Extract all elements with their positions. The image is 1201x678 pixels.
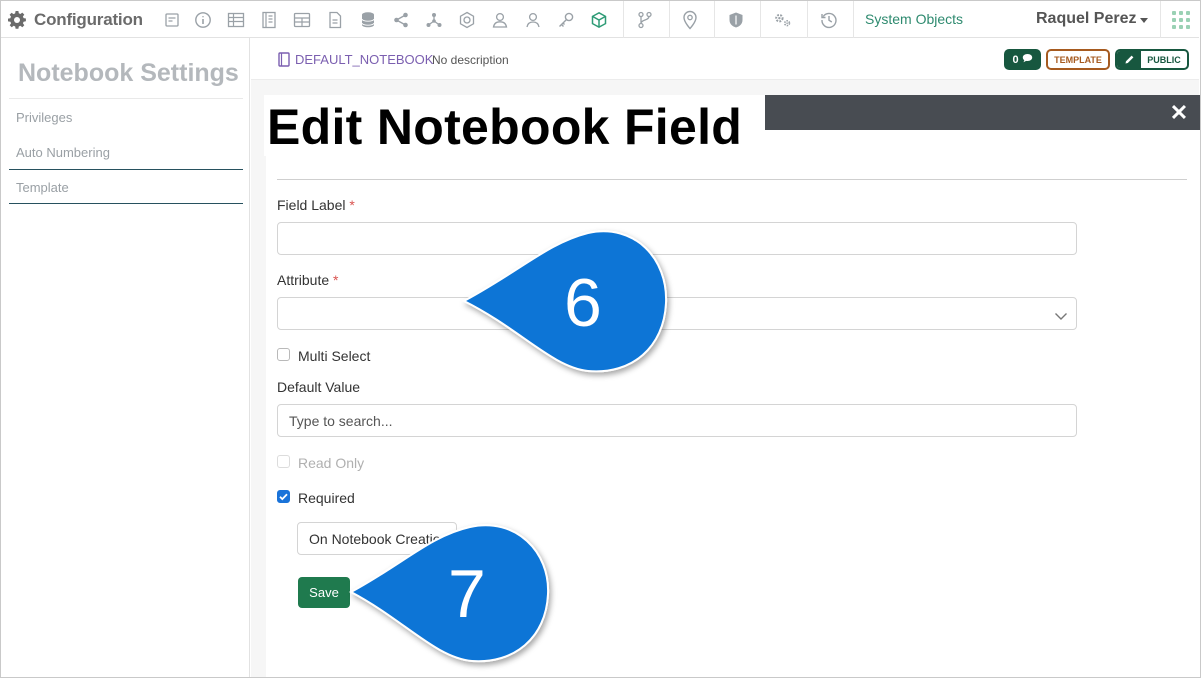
- shield-icon[interactable]: [726, 10, 746, 30]
- callout-number: 7: [448, 556, 486, 632]
- toolbar-divider: [853, 1, 854, 38]
- toolbar-divider: [669, 1, 670, 38]
- modal-title: Edit Notebook Field: [267, 99, 743, 155]
- field-label-label: Field Label *: [277, 197, 355, 213]
- read-only-checkbox[interactable]: [277, 455, 290, 468]
- sidebar-item-privileges[interactable]: Privileges: [16, 110, 72, 125]
- location-pin-icon[interactable]: [680, 10, 700, 30]
- default-value-search-input[interactable]: [277, 404, 1077, 437]
- share-icon[interactable]: [391, 10, 411, 30]
- user-name: Raquel Perez: [1036, 10, 1137, 27]
- sidebar: Notebook Settings Privileges Auto Number…: [1, 38, 250, 677]
- attribute-select[interactable]: [277, 297, 1077, 330]
- callout-number: 6: [564, 265, 602, 341]
- public-badge[interactable]: PUBLIC: [1115, 49, 1189, 70]
- user-menu[interactable]: Raquel Perez: [1036, 10, 1149, 28]
- history-icon[interactable]: [819, 10, 839, 30]
- toolbar-divider: [1160, 1, 1161, 38]
- required-mark: *: [333, 272, 339, 288]
- comment-count-badge[interactable]: 0: [1004, 49, 1041, 70]
- required-mark: *: [349, 197, 355, 213]
- default-value-label: Default Value: [277, 379, 361, 395]
- comment-icon: [1022, 53, 1033, 66]
- template-badge: TEMPLATE: [1046, 49, 1110, 70]
- app-grid-icon[interactable]: [1172, 11, 1190, 29]
- cube-icon[interactable]: [589, 10, 609, 30]
- toolbar-divider: [807, 1, 808, 38]
- divider: [9, 203, 243, 204]
- grid-icon[interactable]: [292, 10, 312, 30]
- users-icon[interactable]: [490, 10, 510, 30]
- callout-step-6: 6: [460, 229, 670, 375]
- divider: [9, 169, 243, 170]
- read-only-label: Read Only: [298, 455, 365, 471]
- sidebar-item-auto-numbering[interactable]: Auto Numbering: [16, 145, 110, 160]
- toolbar-divider: [760, 1, 761, 38]
- system-objects-link[interactable]: System Objects: [865, 11, 963, 27]
- sidebar-item-template[interactable]: Template: [16, 180, 69, 195]
- key-icon[interactable]: [556, 10, 576, 30]
- public-badge-label: PUBLIC: [1147, 54, 1181, 65]
- report-icon[interactable]: [162, 10, 182, 30]
- table-icon[interactable]: [226, 10, 246, 30]
- toolbar-divider: [623, 1, 624, 38]
- badge-icon[interactable]: [457, 10, 477, 30]
- notebook-description: No description: [432, 53, 509, 67]
- chevron-down-icon: [1140, 18, 1149, 23]
- info-icon[interactable]: [193, 10, 213, 30]
- divider: [9, 98, 243, 99]
- branch-icon[interactable]: [635, 10, 655, 30]
- required-checkbox[interactable]: [277, 490, 290, 503]
- notebook-name-link[interactable]: DEFAULT_NOTEBOOK: [295, 52, 433, 67]
- field-label-input[interactable]: [277, 222, 1077, 255]
- document-icon[interactable]: [325, 10, 345, 30]
- pencil-icon: [1117, 51, 1141, 68]
- callout-step-7: 7: [348, 522, 554, 666]
- app-title: Configuration: [34, 9, 143, 29]
- multi-select-checkbox[interactable]: [277, 348, 290, 361]
- sidebar-title: Notebook Settings: [18, 59, 239, 87]
- database-icon[interactable]: [358, 10, 378, 30]
- notebook-header: DEFAULT_NOTEBOOK No description 0 TEMPLA…: [251, 38, 1199, 80]
- close-icon[interactable]: ✕: [1167, 100, 1191, 125]
- save-button[interactable]: Save: [298, 577, 350, 608]
- attribute-label: Attribute *: [277, 272, 339, 288]
- user-icon[interactable]: [523, 10, 543, 30]
- top-navigation-bar: Configuration System Objects Raquel Pere…: [1, 1, 1199, 38]
- comment-count: 0: [1012, 53, 1019, 66]
- chevron-down-icon: [1054, 308, 1068, 326]
- network-icon[interactable]: [424, 10, 444, 30]
- required-label: Required: [298, 490, 355, 506]
- settings-cogs-icon[interactable]: [773, 10, 793, 30]
- multi-select-label: Multi Select: [298, 348, 371, 364]
- gear-icon: [7, 10, 27, 30]
- brand[interactable]: Configuration: [7, 1, 143, 38]
- notebook-icon: [278, 52, 290, 72]
- form-icon[interactable]: [259, 10, 279, 30]
- toolbar-divider: [714, 1, 715, 38]
- divider: [277, 179, 1187, 180]
